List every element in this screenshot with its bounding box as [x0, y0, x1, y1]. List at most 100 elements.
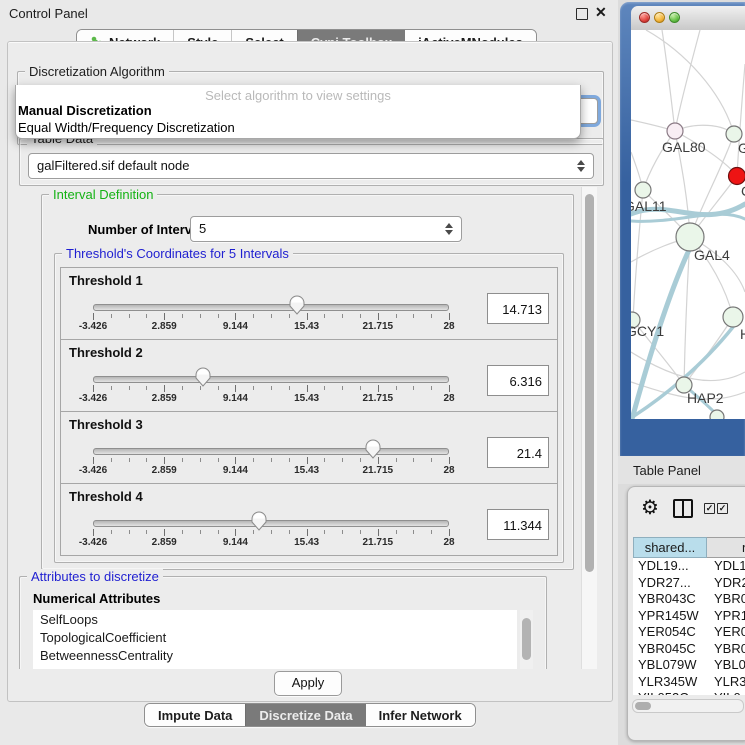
- list-item[interactable]: SelfLoops: [33, 610, 517, 628]
- cell-shared-name[interactable]: YIL052C: [633, 690, 707, 695]
- group-title: Attributes to discretize: [27, 569, 163, 584]
- tick-label: 15.43: [294, 465, 319, 476]
- cell-name[interactable]: YBR0: [707, 641, 745, 658]
- network-node[interactable]: [635, 182, 651, 198]
- cell-shared-name[interactable]: YLR345W: [633, 674, 707, 691]
- table-row[interactable]: YIL052CYIL0: [633, 690, 745, 695]
- cell-name[interactable]: YLR3: [707, 674, 745, 691]
- cell-name[interactable]: YBL0: [707, 657, 745, 674]
- tab-label: Infer Network: [379, 708, 462, 723]
- apply-button[interactable]: Apply: [274, 671, 342, 696]
- threshold-value-field[interactable]: 21.4: [487, 437, 549, 468]
- stepper-icon: [445, 222, 454, 236]
- column-header-name[interactable]: na: [707, 537, 745, 558]
- cell-name[interactable]: YDR2: [707, 575, 745, 592]
- slider-thumb[interactable]: [195, 367, 211, 387]
- table-row[interactable]: YDR27...YDR2: [633, 575, 745, 592]
- cell-name[interactable]: YIL0: [707, 690, 745, 695]
- slider-thumb[interactable]: [289, 295, 305, 315]
- slider-track[interactable]: [93, 304, 449, 311]
- network-node[interactable]: [729, 168, 745, 185]
- window-titlebar[interactable]: [631, 6, 745, 31]
- slider-thumb[interactable]: [251, 511, 267, 531]
- algorithm-dropdown-popup: Select algorithm to view settings Manual…: [15, 85, 581, 139]
- cell-shared-name[interactable]: YBL079W: [633, 657, 707, 674]
- tick-label: 15.43: [294, 393, 319, 404]
- number-of-intervals-combobox[interactable]: 5: [190, 216, 462, 242]
- threshold-value-field[interactable]: 6.316: [487, 365, 549, 396]
- slider-track[interactable]: [93, 448, 449, 455]
- tick-label: 15.43: [294, 321, 319, 332]
- table-row[interactable]: YBR045CYBR0: [633, 641, 745, 658]
- tick-label: 21.715: [363, 393, 394, 404]
- node-label: GCY1: [631, 323, 664, 339]
- checkbox-icon[interactable]: ✓: [704, 503, 715, 514]
- tick-label: -3.426: [79, 465, 107, 476]
- cell-shared-name[interactable]: YDL19...: [633, 558, 707, 575]
- slider-ticks: [93, 529, 449, 537]
- network-node[interactable]: [667, 123, 683, 139]
- list-item[interactable]: TopologicalCoefficient: [33, 628, 517, 646]
- float-window-icon[interactable]: [576, 8, 588, 20]
- table-row[interactable]: YDL19...YDL1: [633, 558, 745, 575]
- threshold-value-field[interactable]: 11.344: [487, 509, 549, 540]
- combo-value: galFiltered.sif default node: [37, 158, 189, 173]
- threshold-panel: Threshold 2 -3.4262.8599.14415.4321.7152…: [60, 339, 558, 412]
- cyni-toolbox-panel: Discretization Algorithm Select algorith…: [7, 41, 613, 702]
- tab-impute-data[interactable]: Impute Data: [145, 704, 245, 726]
- table-row[interactable]: YBL079WYBL0: [633, 657, 745, 674]
- cell-shared-name[interactable]: YBR043C: [633, 591, 707, 608]
- interval-definition-group: Interval Definition Number of Intervals …: [41, 194, 574, 570]
- cell-shared-name[interactable]: YDR27...: [633, 575, 707, 592]
- window-minimize-button[interactable]: [654, 12, 665, 23]
- scrollbar-thumb[interactable]: [585, 194, 594, 572]
- settings-scroll-area: Interval Definition Number of Intervals …: [14, 187, 597, 669]
- network-view-window: GAL80GACGAL11GAL4GCY1HHAP2: [620, 2, 745, 456]
- window-zoom-button[interactable]: [669, 12, 680, 23]
- checkbox-icon[interactable]: ✓: [717, 503, 728, 514]
- slider-track[interactable]: [93, 520, 449, 527]
- slider-tick-labels: -3.4262.8599.14415.4321.71528: [93, 465, 449, 477]
- tick-label: -3.426: [79, 537, 107, 548]
- vertical-scrollbar[interactable]: [581, 187, 597, 669]
- threshold-value-field[interactable]: 14.713: [487, 293, 549, 324]
- dropdown-item[interactable]: Equal Width/Frequency Discretization: [18, 120, 235, 135]
- table-data-combobox[interactable]: galFiltered.sif default node: [28, 153, 594, 179]
- cell-shared-name[interactable]: YBR045C: [633, 641, 707, 658]
- table-row[interactable]: YLR345WYLR3: [633, 674, 745, 691]
- threshold-label: Threshold 1: [69, 273, 143, 288]
- group-title: Interval Definition: [49, 187, 157, 202]
- slider-track[interactable]: [93, 376, 449, 383]
- cell-name[interactable]: YER0: [707, 624, 745, 641]
- table-row[interactable]: YER054CYER0: [633, 624, 745, 641]
- cell-shared-name[interactable]: YPR145W: [633, 608, 707, 625]
- split-view-icon[interactable]: [673, 499, 693, 518]
- window-close-button[interactable]: [639, 12, 650, 23]
- network-node[interactable]: [723, 307, 743, 327]
- table-body: YDL19...YDL1YDR27...YDR2YBR043CYBR0YPR14…: [633, 558, 745, 695]
- table-row[interactable]: YBR043CYBR0: [633, 591, 745, 608]
- tab-discretize-data[interactable]: Discretize Data: [245, 704, 365, 726]
- cell-name[interactable]: YDL1: [707, 558, 745, 575]
- cell-name[interactable]: YPR1: [707, 608, 745, 625]
- slider-ticks: [93, 313, 449, 321]
- column-header-shared-name[interactable]: shared...: [633, 537, 707, 558]
- cell-name[interactable]: YBR0: [707, 591, 745, 608]
- scrollbar-thumb[interactable]: [522, 618, 531, 660]
- tick-label: 21.715: [363, 465, 394, 476]
- horizontal-scrollbar[interactable]: [632, 699, 744, 713]
- cell-shared-name[interactable]: YER054C: [633, 624, 707, 641]
- network-canvas[interactable]: GAL80GACGAL11GAL4GCY1HHAP2: [631, 30, 745, 419]
- tab-label: Impute Data: [158, 708, 232, 723]
- attributes-list-scrollbar[interactable]: [520, 610, 533, 669]
- table-panel: ⚙ ✓ ✓ shared... na YDL19...YDL1YDR27...Y…: [627, 486, 745, 741]
- table-row[interactable]: YPR145WYPR1: [633, 608, 745, 625]
- network-node[interactable]: [710, 410, 724, 419]
- slider-thumb[interactable]: [365, 439, 381, 459]
- gear-icon[interactable]: ⚙: [641, 495, 659, 520]
- scrollbar-thumb[interactable]: [635, 702, 651, 710]
- dropdown-item[interactable]: Manual Discretization: [18, 103, 152, 118]
- list-item[interactable]: BetweennessCentrality: [33, 646, 517, 664]
- tab-infer-network[interactable]: Infer Network: [366, 704, 475, 726]
- close-icon[interactable]: ✕: [595, 4, 607, 21]
